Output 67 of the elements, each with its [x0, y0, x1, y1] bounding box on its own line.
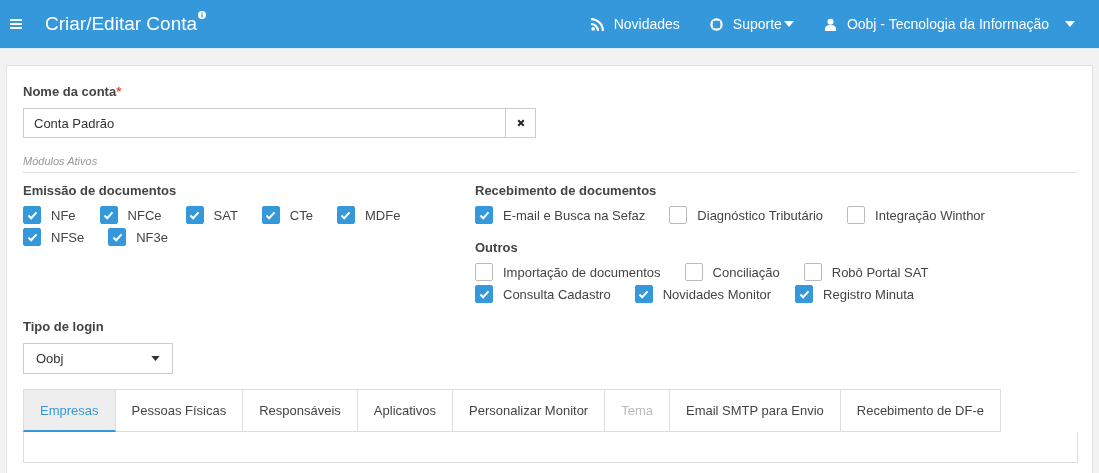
checkbox-label: NFSe: [51, 229, 85, 245]
user-icon: [823, 17, 837, 31]
checkbox-label: Importação de documentos: [503, 264, 661, 280]
checkbox[interactable]: [261, 206, 280, 224]
tab[interactable]: Responsáveis: [243, 389, 358, 432]
checkbox-label: MDFe: [364, 207, 401, 223]
clear-button[interactable]: [506, 108, 536, 138]
check-icon: [798, 289, 810, 299]
tab[interactable]: Personalizar Monitor: [453, 389, 606, 432]
checkbox[interactable]: [634, 285, 653, 303]
account-name-field[interactable]: Conta Padrão: [23, 108, 506, 138]
checkbox-label: Registro Minuta: [823, 286, 915, 302]
checkbox[interactable]: [847, 206, 866, 224]
checkbox[interactable]: [108, 228, 127, 246]
close-icon: [516, 119, 525, 127]
check-icon: [26, 210, 38, 220]
check-icon: [638, 289, 650, 299]
checkbox[interactable]: [185, 206, 204, 224]
lifebuoy-icon: [709, 17, 723, 31]
group-title: Outros: [475, 240, 519, 255]
page-title: Criar/Editar Conta: [45, 13, 198, 35]
tab[interactable]: Aplicativos: [357, 389, 453, 432]
required-mark: *: [116, 84, 122, 99]
check-icon: [340, 210, 352, 220]
checkbox[interactable]: [23, 228, 41, 246]
check-icon: [26, 232, 38, 242]
group-title: Recebimento de documentos: [475, 183, 658, 198]
check-icon: [189, 210, 200, 220]
checkbox-label: NFe: [51, 207, 76, 223]
checkbox-label: CTe: [289, 207, 313, 223]
rss-icon: [590, 17, 604, 31]
check-icon: [111, 232, 123, 242]
checkbox[interactable]: [475, 285, 493, 303]
section-caption: Módulos Ativos: [23, 155, 99, 167]
checkbox-label: NFCe: [127, 207, 162, 223]
checkbox-label: Diagnóstico Tributário: [697, 207, 824, 223]
group-title: Emissão de documentos: [23, 183, 178, 198]
checkbox-label: Novidades Monitor: [662, 286, 772, 302]
checkbox[interactable]: [99, 206, 118, 224]
checkbox[interactable]: [475, 206, 493, 224]
check-icon: [478, 289, 490, 299]
checkbox-label: Conciliação: [712, 264, 780, 280]
field-label: Tipo de login: [23, 319, 105, 334]
checkbox[interactable]: [336, 206, 355, 224]
checkbox[interactable]: [23, 206, 41, 224]
check-icon: [265, 210, 277, 220]
caret-icon: [151, 356, 160, 361]
checkbox-label: SAT: [213, 207, 238, 223]
check-icon: [478, 210, 490, 220]
checkbox[interactable]: [669, 206, 688, 224]
checkbox-label: Integração Winthor: [875, 207, 985, 223]
menu-icon[interactable]: [10, 19, 22, 29]
checkbox-label: Robô Portal SAT: [831, 264, 929, 280]
checkbox-label: NF3e: [136, 229, 169, 245]
checkbox[interactable]: [475, 263, 493, 281]
checkbox-label: Consulta Cadastro: [503, 286, 611, 302]
checkbox[interactable]: [795, 285, 814, 303]
login-type-select[interactable]: Oobj: [23, 343, 173, 374]
check-icon: [103, 210, 115, 220]
checkbox[interactable]: [684, 263, 703, 281]
checkbox[interactable]: [803, 263, 822, 281]
tab[interactable]: Recebimento de DF-e: [840, 389, 1001, 432]
checkbox-label: E-mail e Busca na Sefaz: [503, 207, 646, 223]
field-label: Nome da conta*: [23, 84, 123, 99]
info-icon[interactable]: [198, 11, 207, 19]
tab[interactable]: Email SMTP para Envio: [670, 389, 841, 432]
tab[interactable]: Pessoas Físicas: [115, 389, 244, 432]
